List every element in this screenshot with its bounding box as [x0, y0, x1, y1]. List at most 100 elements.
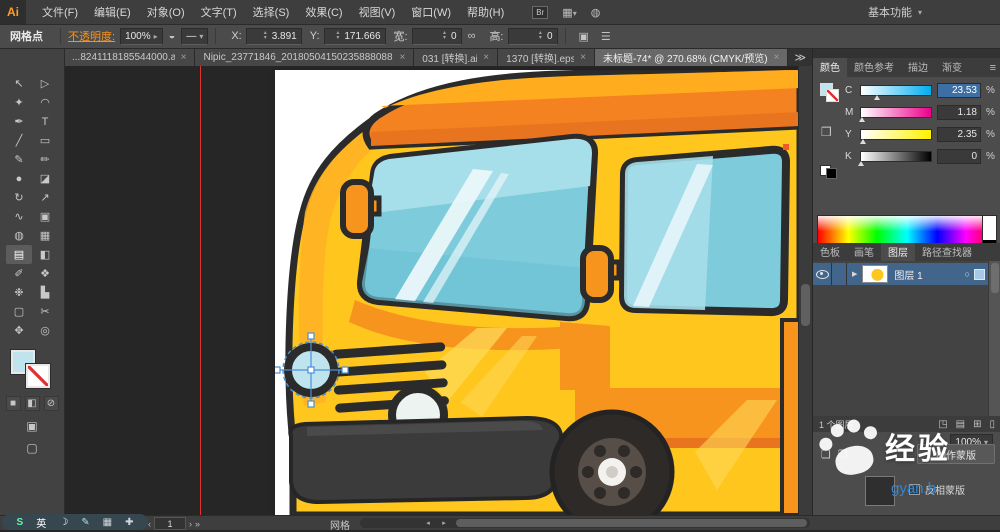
- menu-item-1[interactable]: 编辑(E): [86, 0, 139, 24]
- mesh-tool[interactable]: ▤: [6, 245, 32, 264]
- direct-selection-tool[interactable]: ▷: [32, 74, 58, 93]
- opacity-field[interactable]: 100% ▸: [120, 27, 163, 45]
- horizontal-scrollbar-thumb[interactable]: [456, 519, 807, 527]
- layer-thumbnail[interactable]: [862, 265, 889, 283]
- draw-mode-button[interactable]: ▣: [0, 419, 64, 433]
- rectangle-tool[interactable]: ▭: [32, 131, 58, 150]
- column-graph-tool[interactable]: ▙: [32, 283, 58, 302]
- stroke-profile-dropdown[interactable]: — ▾: [181, 27, 209, 45]
- make-mask-button[interactable]: 制作蒙版: [917, 444, 995, 464]
- stepper-icon[interactable]: ▴ ▾: [336, 30, 339, 41]
- prev-artboard-button[interactable]: ‹: [148, 519, 151, 529]
- channel-slider-K[interactable]: [858, 150, 932, 166]
- new-layer-icon[interactable]: ⊞: [973, 419, 981, 430]
- target-icon[interactable]: ○: [965, 269, 970, 279]
- paintbrush-tool[interactable]: ✎: [6, 150, 32, 169]
- ime-lang-indicator[interactable]: 英: [36, 515, 46, 530]
- vertical-scrollbar-thumb[interactable]: [801, 284, 810, 326]
- keyboard-icon[interactable]: ▦: [103, 517, 112, 528]
- page-icon[interactable]: ❏: [821, 448, 831, 461]
- scroll-left-button[interactable]: ◂: [422, 518, 434, 528]
- blob-brush-tool[interactable]: ●: [6, 169, 32, 188]
- mask-thumbnail[interactable]: [865, 476, 895, 506]
- panel-tab-0[interactable]: 色板: [813, 243, 847, 262]
- panel-tab-2[interactable]: 图层: [881, 243, 915, 262]
- expander-icon[interactable]: ▶: [852, 270, 857, 278]
- panel-menu-icon[interactable]: ≡: [985, 62, 1000, 77]
- lasso-tool[interactable]: ◠: [32, 93, 58, 112]
- panel-tab-3[interactable]: 路径查找器: [915, 243, 979, 262]
- selection-tool[interactable]: ↖: [6, 74, 32, 93]
- menu-item-3[interactable]: 文字(T): [193, 0, 245, 24]
- scroll-right-button[interactable]: ▸: [438, 518, 450, 528]
- vertical-scrollbar[interactable]: [798, 66, 812, 515]
- stroke-proxy-swatch[interactable]: [826, 89, 839, 102]
- app-logo[interactable]: Ai: [0, 0, 26, 24]
- document-tab-3[interactable]: 1370 [转换].eps* ×: [498, 48, 595, 66]
- color-panel-tab-3[interactable]: 渐变: [935, 58, 969, 77]
- white-swatch[interactable]: [982, 216, 996, 240]
- layer-row[interactable]: ▶ 图层 1 ○: [813, 263, 989, 285]
- moon-icon[interactable]: ☽: [59, 517, 68, 528]
- bw-swatches[interactable]: [820, 165, 838, 179]
- slider-marker[interactable]: [858, 116, 865, 122]
- sogou-logo-icon[interactable]: S: [17, 517, 24, 528]
- channel-value-C[interactable]: 23.53: [937, 82, 981, 98]
- stepper-icon[interactable]: ▴ ▾: [539, 30, 542, 41]
- pen-tool[interactable]: ✒: [6, 112, 32, 131]
- gradient-button[interactable]: ◧: [24, 396, 40, 411]
- tab-close-icon[interactable]: ×: [399, 52, 405, 63]
- workspace-switcher[interactable]: 基本功能 ▾: [868, 0, 922, 24]
- align-panel-icon[interactable]: ☰: [601, 30, 611, 43]
- channel-value-K[interactable]: 0: [937, 148, 981, 164]
- workspace-grid-icon[interactable]: ▦▾: [562, 6, 576, 19]
- next-artboard-button[interactable]: ›: [189, 519, 192, 529]
- gradient-tool[interactable]: ◧: [32, 245, 58, 264]
- panel-tab-1[interactable]: 画笔: [847, 243, 881, 262]
- slider-marker[interactable]: [874, 94, 881, 100]
- recolor-artwork-icon[interactable]: ◒: [169, 30, 176, 42]
- x-field[interactable]: ▴ ▾ 3.891: [245, 27, 302, 45]
- menu-item-6[interactable]: 视图(V): [351, 0, 404, 24]
- delete-layer-icon[interactable]: ▯: [989, 419, 995, 430]
- bridge-icon[interactable]: Br: [532, 5, 549, 19]
- transform-panel-icon[interactable]: ▣: [579, 30, 589, 43]
- document-tab-2[interactable]: 031 [转换].ai* ×: [414, 48, 499, 66]
- width-field[interactable]: ▴ ▾ 0: [411, 27, 462, 45]
- channel-value-M[interactable]: 1.18: [937, 104, 981, 120]
- pencil-tool[interactable]: ✏: [32, 150, 58, 169]
- artboard-tool[interactable]: ▢: [6, 302, 32, 321]
- none-button[interactable]: ⊘: [43, 396, 59, 411]
- guide-line[interactable]: [200, 66, 201, 515]
- blend-tool[interactable]: ❖: [32, 264, 58, 283]
- constrain-proportions-icon[interactable]: ∞: [468, 30, 476, 42]
- arrange-documents-icon[interactable]: ◍: [591, 6, 601, 19]
- menu-item-2[interactable]: 对象(O): [139, 0, 193, 24]
- channel-slider-Y[interactable]: [859, 128, 932, 144]
- artboard[interactable]: [275, 70, 800, 515]
- width-tool[interactable]: ∿: [6, 207, 32, 226]
- artboard-number-field[interactable]: 1: [154, 517, 187, 530]
- invert-mask-row[interactable]: 反相蒙版: [909, 482, 965, 497]
- channel-slider-M[interactable]: [858, 106, 932, 122]
- horizontal-scrollbar[interactable]: ◂ ▸: [360, 518, 810, 528]
- layer-name[interactable]: 图层 1: [894, 267, 964, 282]
- make-clip-mask-icon[interactable]: ◳: [938, 419, 947, 430]
- stepper-icon[interactable]: ▴ ▾: [264, 30, 267, 41]
- type-tool[interactable]: T: [32, 112, 58, 131]
- bus-illustration[interactable]: [275, 70, 800, 515]
- scale-tool[interactable]: ↗: [32, 188, 58, 207]
- ime-toolbar[interactable]: S 英 ☽ ✎ ▦ ✚: [2, 514, 148, 530]
- lock-cell[interactable]: [832, 263, 847, 285]
- stroke-color-swatch[interactable]: [25, 363, 51, 389]
- menu-item-5[interactable]: 效果(C): [297, 0, 350, 24]
- hand-tool[interactable]: ✥: [6, 321, 32, 340]
- color-panel-tab-2[interactable]: 描边: [901, 58, 935, 77]
- menu-item-4[interactable]: 选择(S): [245, 0, 298, 24]
- free-transform-tool[interactable]: ▣: [32, 207, 58, 226]
- magic-wand-tool[interactable]: ✦: [6, 93, 32, 112]
- visibility-cell[interactable]: [813, 263, 832, 285]
- tab-close-icon[interactable]: ×: [580, 52, 586, 63]
- slider-marker[interactable]: [858, 160, 864, 166]
- zoom-tool[interactable]: ◎: [32, 321, 58, 340]
